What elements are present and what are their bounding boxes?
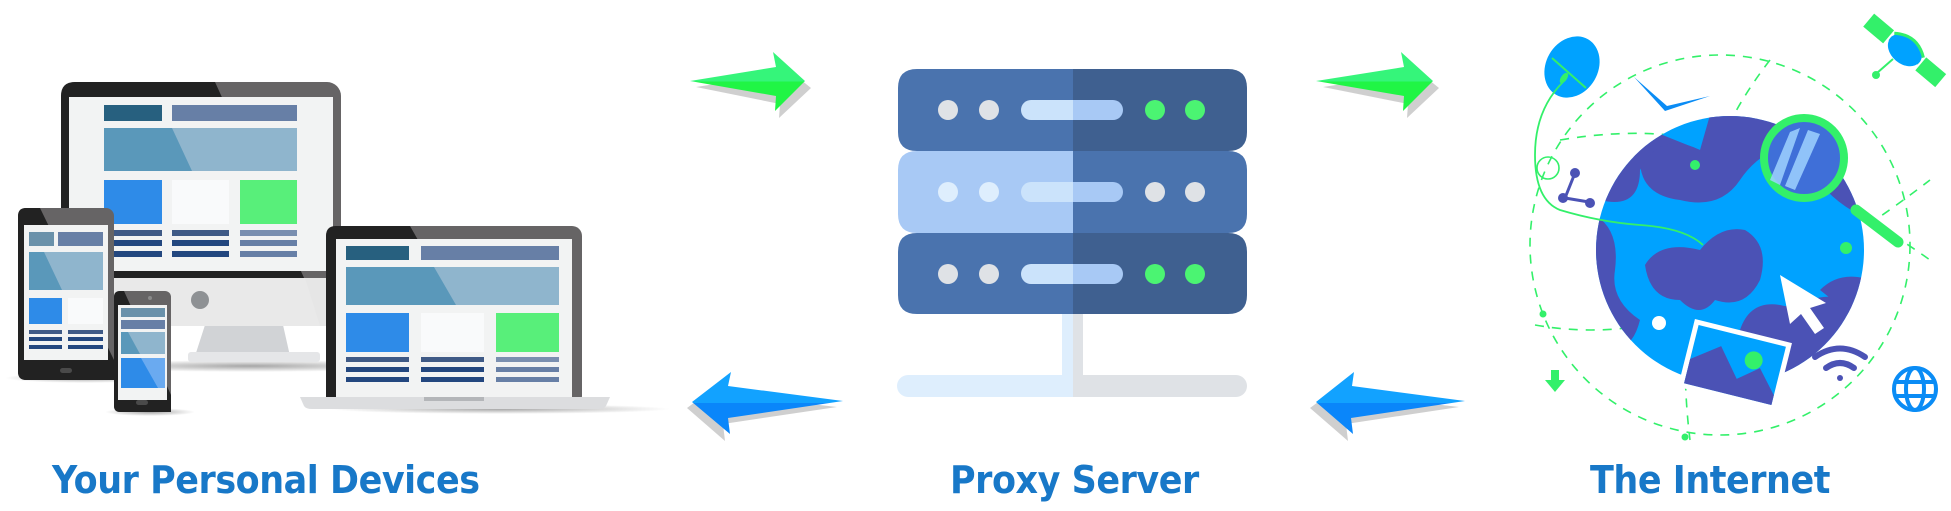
server-led: [938, 182, 958, 202]
label-proxy-server: Proxy Server: [950, 458, 1199, 502]
tablet-icon: [18, 208, 114, 380]
server-led-active: [1185, 100, 1205, 120]
server-led: [979, 100, 999, 120]
devices-illustration: [5, 82, 670, 416]
proxy-diagram: Your Personal Devices Proxy Server The I…: [0, 0, 1951, 511]
server-led: [1185, 182, 1205, 202]
server-led: [938, 264, 958, 284]
server-led: [938, 100, 958, 120]
network-node: [1690, 160, 1700, 170]
satellite-icon: [1863, 13, 1947, 88]
arrow-request-proxy-to-internet: [1316, 52, 1439, 118]
web-globe-icon: [1892, 366, 1938, 412]
label-the-internet: The Internet: [1590, 458, 1830, 502]
internet-illustration: [1529, 13, 1947, 441]
arrow-request-devices-to-proxy: [690, 52, 811, 118]
arrow-response-internet-to-proxy: [1310, 372, 1465, 441]
server-led-active: [1185, 264, 1205, 284]
server-led-active: [1145, 264, 1165, 284]
server-led: [1145, 182, 1165, 202]
network-node: [1539, 310, 1547, 318]
laptop-icon: [300, 226, 610, 409]
network-node: [1652, 316, 1666, 330]
server-icon: [897, 69, 1247, 397]
server-led: [979, 264, 999, 284]
label-your-personal-devices: Your Personal Devices: [52, 458, 480, 502]
arrow-response-proxy-to-devices: [687, 372, 843, 441]
network-node: [1840, 242, 1852, 254]
network-node: [1681, 433, 1689, 441]
checkmark-icon: [1634, 77, 1710, 111]
server-led-active: [1145, 100, 1165, 120]
download-icon: [1545, 370, 1565, 392]
phone-icon: [114, 291, 171, 412]
server-led: [979, 182, 999, 202]
share-icon: [1558, 168, 1595, 208]
diagram-canvas: [5, 13, 1947, 441]
